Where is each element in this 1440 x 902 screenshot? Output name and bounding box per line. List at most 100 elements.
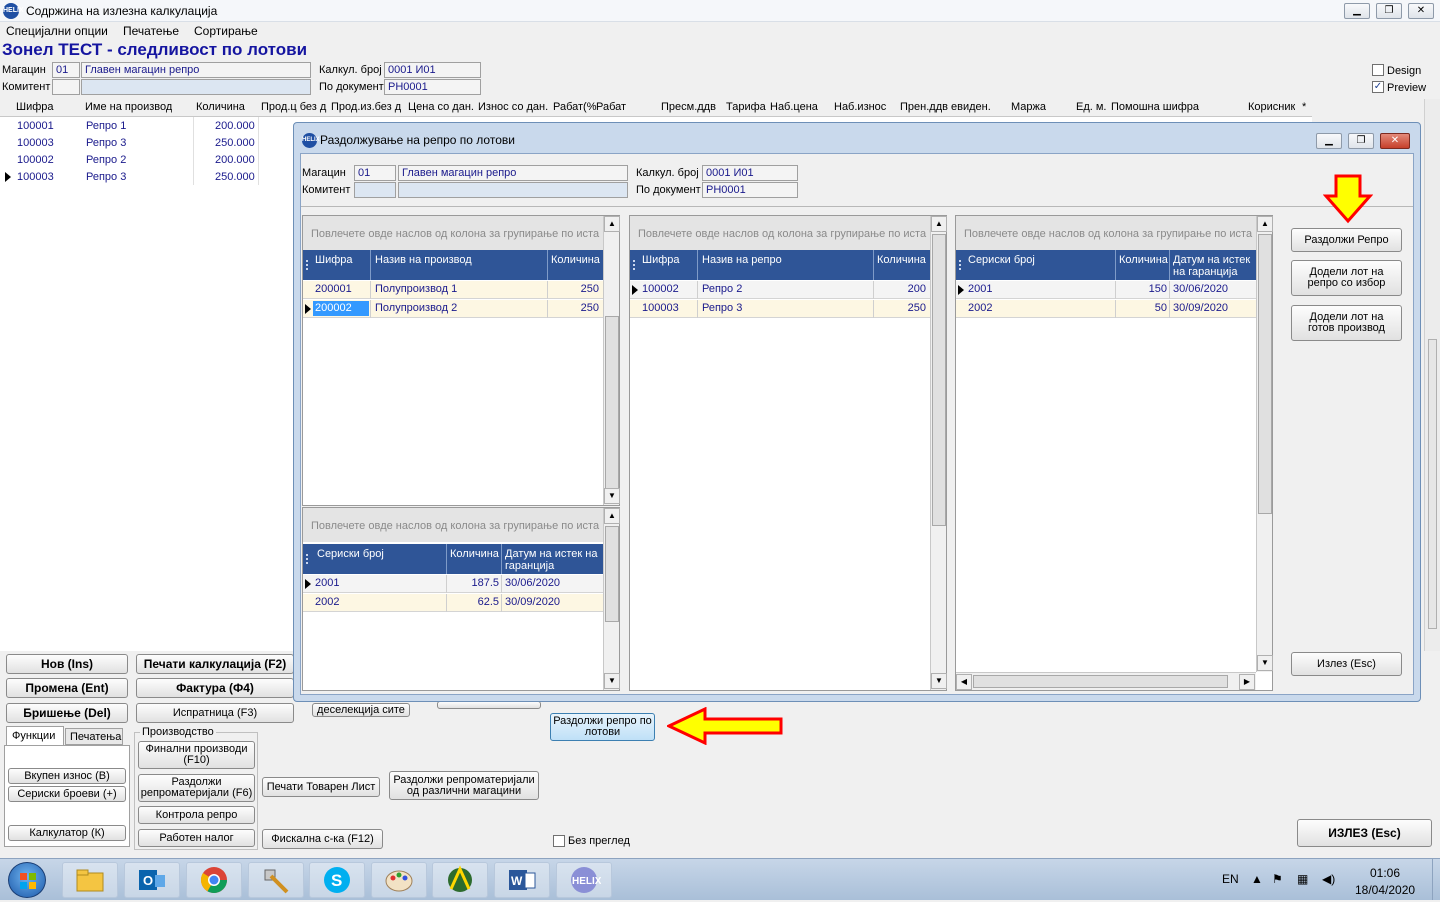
group-by-area[interactable]: Повлечете овде наслов од колона за групи… xyxy=(303,216,603,250)
show-hidden-icons-icon[interactable]: ▲ xyxy=(1251,872,1263,886)
col-product-name[interactable]: Име на производ xyxy=(85,101,172,113)
close-button[interactable]: ✕ xyxy=(1408,3,1434,19)
warehouse-code-field[interactable]: 01 xyxy=(52,62,80,78)
scroll-down-icon[interactable]: ▼ xyxy=(931,673,947,689)
col-quantity[interactable]: Количина xyxy=(196,101,245,113)
scroll-left-icon[interactable]: ◀ xyxy=(956,674,972,690)
dialog-minimize-button[interactable]: ▁ xyxy=(1316,133,1342,149)
write-off-repro-button[interactable]: Раздолжи Репро xyxy=(1291,228,1402,252)
exit-main-button[interactable]: ИЗЛЕЗ (Esc) xyxy=(1297,819,1432,847)
scroll-down-icon[interactable]: ▼ xyxy=(1257,655,1273,671)
col-code[interactable]: Шифра xyxy=(315,254,353,266)
col-discount-pct[interactable]: Рабат(% xyxy=(553,101,597,113)
grid-options-icon[interactable] xyxy=(306,260,312,270)
group-by-area[interactable]: Повлечете овде наслов од колона за групи… xyxy=(630,216,930,250)
hidden-button[interactable] xyxy=(437,701,541,709)
col-discount[interactable]: Рабат xyxy=(596,101,626,113)
col-code[interactable]: Шифра xyxy=(16,101,54,113)
calc-number-field[interactable]: 0001 И01 xyxy=(384,62,481,78)
col-calc-vat[interactable]: Пресм.ддв xyxy=(661,101,716,113)
col-amount-vat[interactable]: Износ со дан. xyxy=(478,101,548,113)
col-user[interactable]: Корисник xyxy=(1248,101,1295,113)
chrome-icon[interactable] xyxy=(186,862,242,898)
word-icon[interactable]: W xyxy=(494,862,550,898)
write-off-raw-materials-button[interactable]: Раздолжи репроматеријали (F6) xyxy=(138,774,255,802)
preview-checkbox[interactable]: ✓ xyxy=(1372,81,1384,93)
grid-options-icon[interactable] xyxy=(306,554,312,564)
col-purchase-amount[interactable]: Наб.износ xyxy=(834,101,886,113)
col-serial[interactable]: Сериски број xyxy=(968,254,1035,266)
scroll-thumb[interactable] xyxy=(605,526,619,622)
col-purchase-price[interactable]: Наб.цена xyxy=(770,101,818,113)
change-button[interactable]: Промена (Ent) xyxy=(6,678,128,698)
table-row[interactable]: 100003 Репро 3 250 xyxy=(630,300,930,318)
col-star[interactable]: * xyxy=(1302,101,1306,113)
col-margin[interactable]: Маржа xyxy=(1011,101,1046,113)
print-calculation-button[interactable]: Печати калкулација (F2) xyxy=(136,654,294,674)
warehouse-name-field[interactable]: Главен магацин репро xyxy=(81,62,311,78)
delivery-note-button[interactable]: Испратница (F3) xyxy=(136,703,294,723)
col-quantity[interactable]: Количина xyxy=(551,254,600,266)
scroll-up-icon[interactable]: ▲ xyxy=(604,508,620,524)
delete-button[interactable]: Бришење (Del) xyxy=(6,703,128,723)
work-order-button[interactable]: Работен налог xyxy=(138,829,255,847)
col-expiry[interactable]: Датум на истек на гаранција xyxy=(1173,254,1255,278)
write-off-repro-by-lots-button[interactable]: Раздолжи репро по лотови xyxy=(550,713,655,741)
show-desktop-button[interactable] xyxy=(1432,858,1440,900)
main-vertical-scrollbar[interactable] xyxy=(1424,99,1440,651)
language-indicator[interactable]: EN xyxy=(1222,872,1239,886)
dialog-warehouse-code[interactable]: 01 xyxy=(354,165,396,181)
dialog-document-field[interactable]: РН0001 xyxy=(702,182,798,198)
client-code-field[interactable] xyxy=(52,79,80,95)
restore-button[interactable]: ❐ xyxy=(1376,3,1402,19)
menu-sorting[interactable]: Сортирање xyxy=(194,24,258,38)
product-lots-vertical-scrollbar[interactable]: ▲ ▼ xyxy=(603,508,620,690)
start-icon[interactable] xyxy=(8,862,46,898)
col-expiry[interactable]: Датум на истек на гаранција xyxy=(505,548,601,572)
col-unit[interactable]: Ед. м. xyxy=(1076,101,1107,113)
dialog-restore-button[interactable]: ❐ xyxy=(1348,133,1374,149)
new-button[interactable]: Нов (Ins) xyxy=(6,654,128,674)
clock-time[interactable]: 01:06 xyxy=(1370,866,1400,880)
table-row[interactable]: 2002 50 30/09/2020 xyxy=(956,300,1256,318)
no-preview-checkbox[interactable] xyxy=(553,835,565,847)
deselect-all-button[interactable]: деселекција сите xyxy=(312,703,410,717)
dialog-client-code[interactable] xyxy=(354,182,396,198)
tab-printing[interactable]: Печатења xyxy=(65,728,123,745)
scroll-thumb[interactable] xyxy=(932,234,946,526)
col-quantity[interactable]: Количина xyxy=(450,548,499,560)
col-code[interactable]: Шифра xyxy=(642,254,680,266)
scroll-up-icon[interactable]: ▲ xyxy=(604,216,620,232)
col-tariff[interactable]: Тарифа xyxy=(726,101,766,113)
action-center-flag-icon[interactable]: ⚑ xyxy=(1272,872,1283,886)
scroll-down-icon[interactable]: ▼ xyxy=(604,673,620,689)
write-off-different-warehouses-button[interactable]: Раздолжи репроматеријали од различни маг… xyxy=(389,771,539,800)
assign-lot-finished-button[interactable]: Додели лот на готов производ xyxy=(1291,305,1402,341)
table-row[interactable]: 100002 Репро 2 200 xyxy=(630,281,930,299)
col-quantity[interactable]: Количина xyxy=(1119,254,1168,266)
tab-functions[interactable]: Функции xyxy=(6,726,64,745)
client-name-field[interactable] xyxy=(81,79,311,95)
grid-options-icon[interactable] xyxy=(959,260,965,270)
col-sale-price[interactable]: Прод.ц без д xyxy=(261,101,327,113)
repro-control-button[interactable]: Контрола репро xyxy=(138,806,255,824)
col-vat-evidence[interactable]: Прен.ддв евиден. xyxy=(900,101,991,113)
table-row[interactable]: 100002 Репро 2 200.000 xyxy=(0,152,292,169)
volume-icon[interactable]: ◀) xyxy=(1322,872,1335,886)
table-row[interactable]: 200001 Полупроизвод 1 250 xyxy=(303,281,603,299)
table-row[interactable]: 2002 62.5 30/09/2020 xyxy=(303,594,603,612)
repro-lots-horizontal-scrollbar[interactable]: ◀ ▶ xyxy=(956,672,1256,690)
serial-numbers-button[interactable]: Сериски броеви (+) xyxy=(8,786,126,802)
grid-options-icon[interactable] xyxy=(633,260,639,270)
table-row[interactable]: 2001 187.5 30/06/2020 xyxy=(303,575,603,593)
assign-lot-repro-button[interactable]: Додели лот на репро со избор xyxy=(1291,260,1402,296)
design-checkbox[interactable] xyxy=(1372,64,1384,76)
document-field[interactable]: РН0001 xyxy=(384,79,481,95)
fiscal-receipt-button[interactable]: Фискална с-ка (F12) xyxy=(262,829,383,849)
scroll-thumb[interactable] xyxy=(605,316,619,492)
scroll-up-icon[interactable]: ▲ xyxy=(931,216,947,232)
table-row[interactable]: 2001 150 30/06/2020 xyxy=(956,281,1256,299)
menu-printing[interactable]: Печатење xyxy=(123,24,179,38)
col-price-vat[interactable]: Цена со дан. xyxy=(408,101,474,113)
tools-icon[interactable] xyxy=(248,862,304,898)
